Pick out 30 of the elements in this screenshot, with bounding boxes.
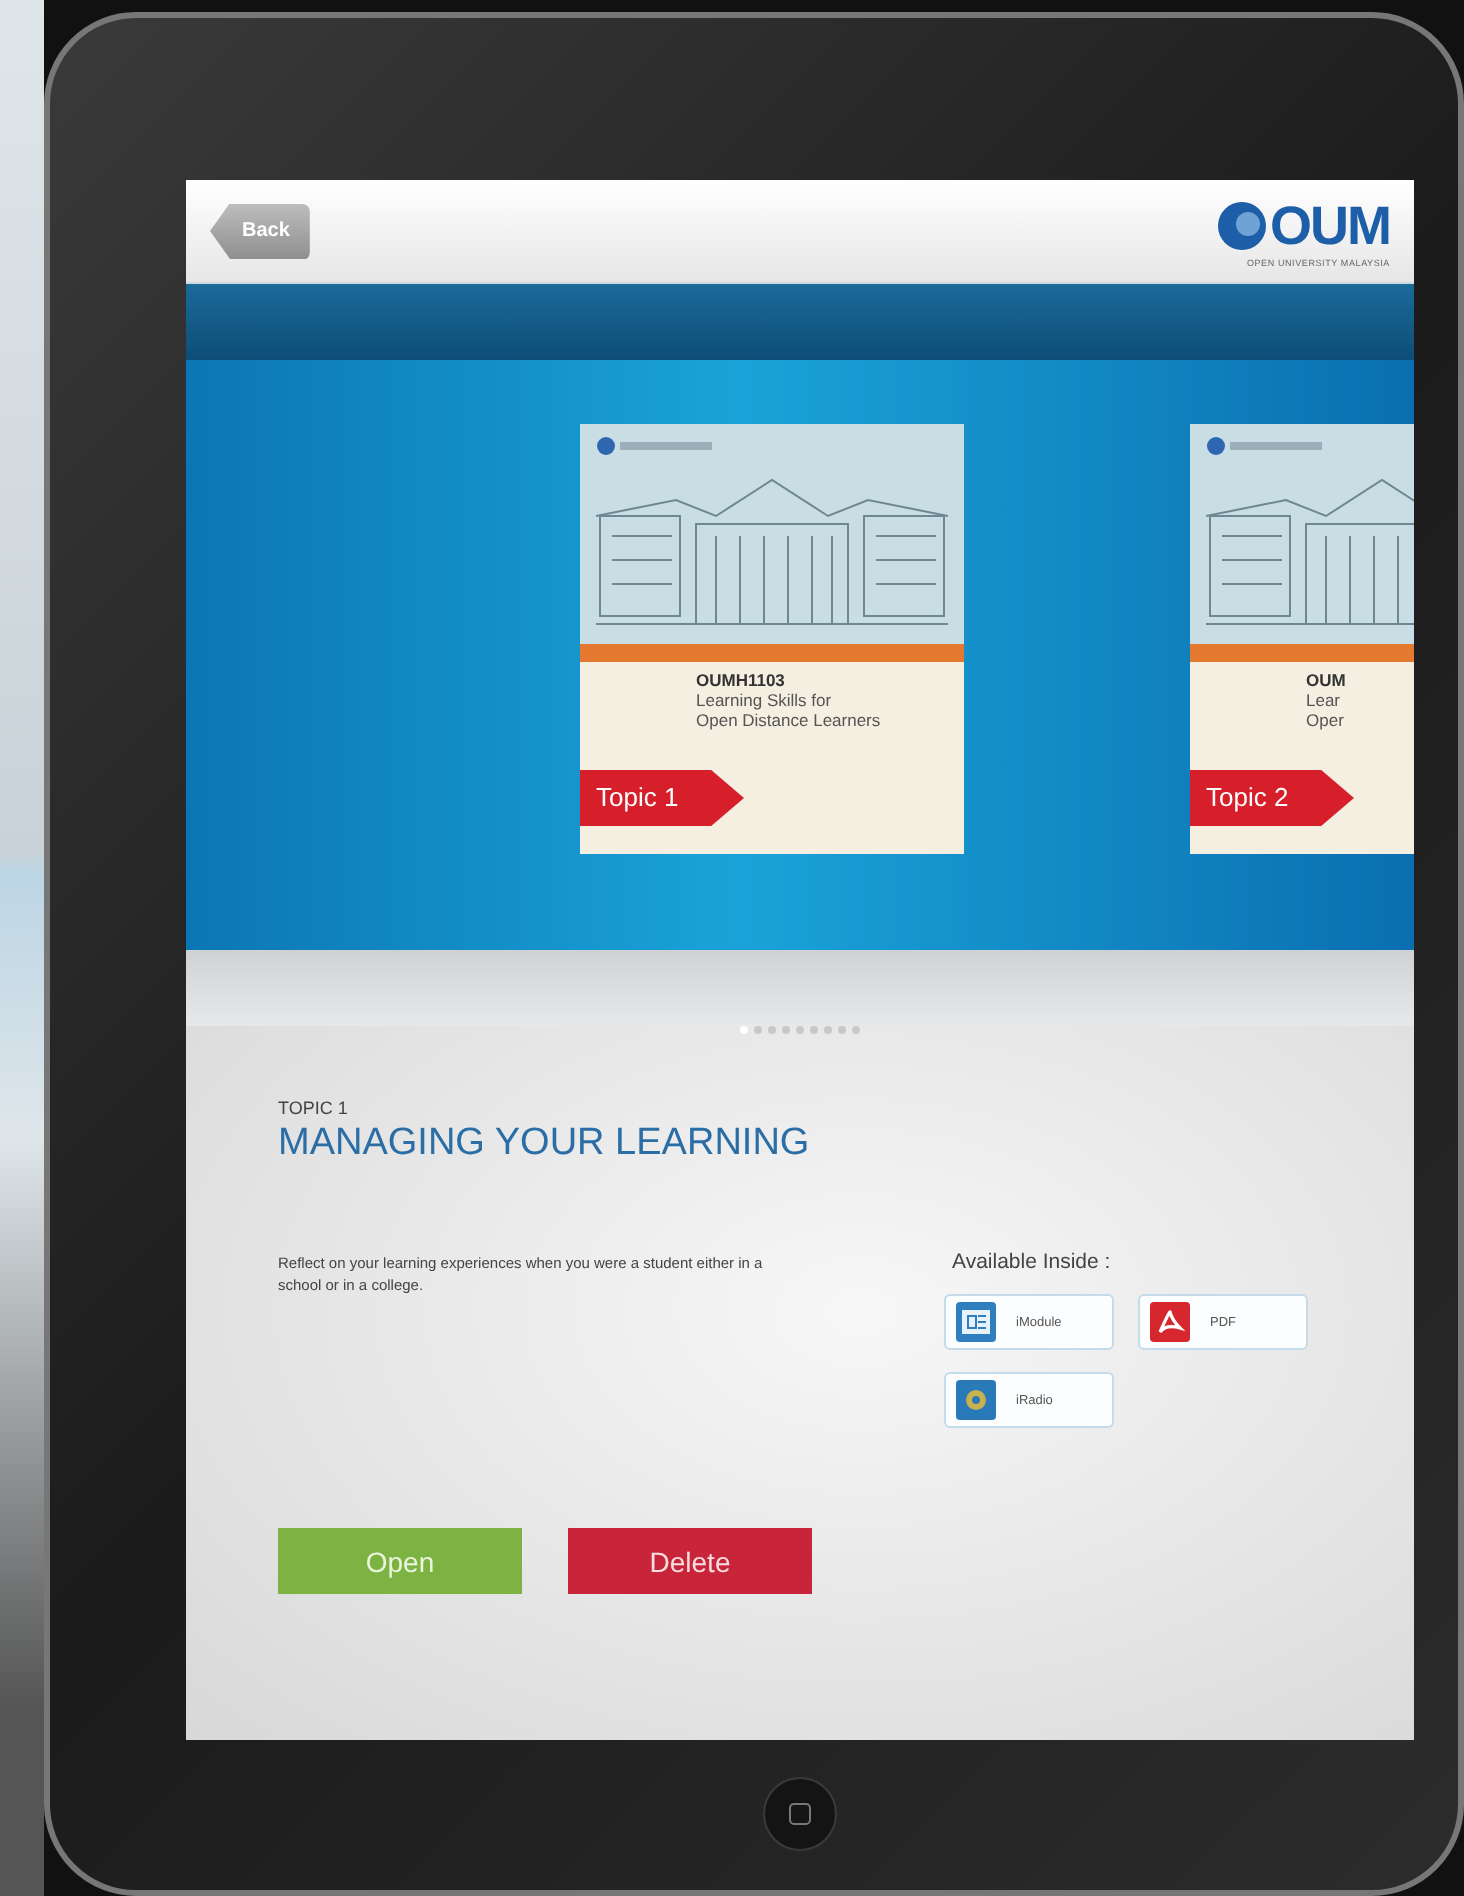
topic-title: MANAGING YOUR LEARNING — [278, 1122, 812, 1166]
topic-tag: Topic 1 — [580, 770, 744, 826]
topic-tag: Topic 2 — [1190, 770, 1354, 826]
book-cover[interactable]: OUMH1103 Learning Skills for Open Distance Learners Topic 1 — [580, 424, 964, 854]
module-screen-icon — [956, 1302, 996, 1342]
radio-icon — [956, 1380, 996, 1420]
page-dot[interactable] — [810, 1026, 818, 1034]
university-logo-icon — [1206, 436, 1326, 456]
course-title-line: Lear — [1306, 691, 1343, 712]
page-dot[interactable] — [852, 1026, 860, 1034]
page-dot[interactable] — [754, 1026, 762, 1034]
delete-button[interactable]: Delete — [568, 1528, 812, 1594]
course-title-line: Open Distance Learners — [696, 711, 883, 731]
page-dot[interactable] — [796, 1026, 804, 1034]
page-dot[interactable] — [768, 1026, 776, 1034]
course-title-line: Oper — [1306, 711, 1346, 731]
book-cover[interactable]: OUM Lear Oper Topic 2 — [1190, 424, 1414, 854]
page-dot[interactable] — [824, 1026, 832, 1034]
available-heading: Available Inside : — [952, 1250, 1113, 1274]
globe-logo-icon — [1216, 200, 1268, 252]
topic-label: TOPIC 1 — [278, 1098, 350, 1118]
page-dot[interactable] — [838, 1026, 846, 1034]
logo-text: OUM — [1270, 195, 1390, 257]
course-code: OUMH1103 — [696, 672, 787, 692]
page-dot[interactable] — [782, 1026, 790, 1034]
course-code: OUM — [1306, 672, 1348, 692]
university-logo-icon — [596, 436, 716, 456]
pdf-icon — [1150, 1302, 1190, 1342]
course-title-line: Learning Skills for — [696, 691, 834, 712]
home-button-icon[interactable] — [762, 1776, 838, 1852]
